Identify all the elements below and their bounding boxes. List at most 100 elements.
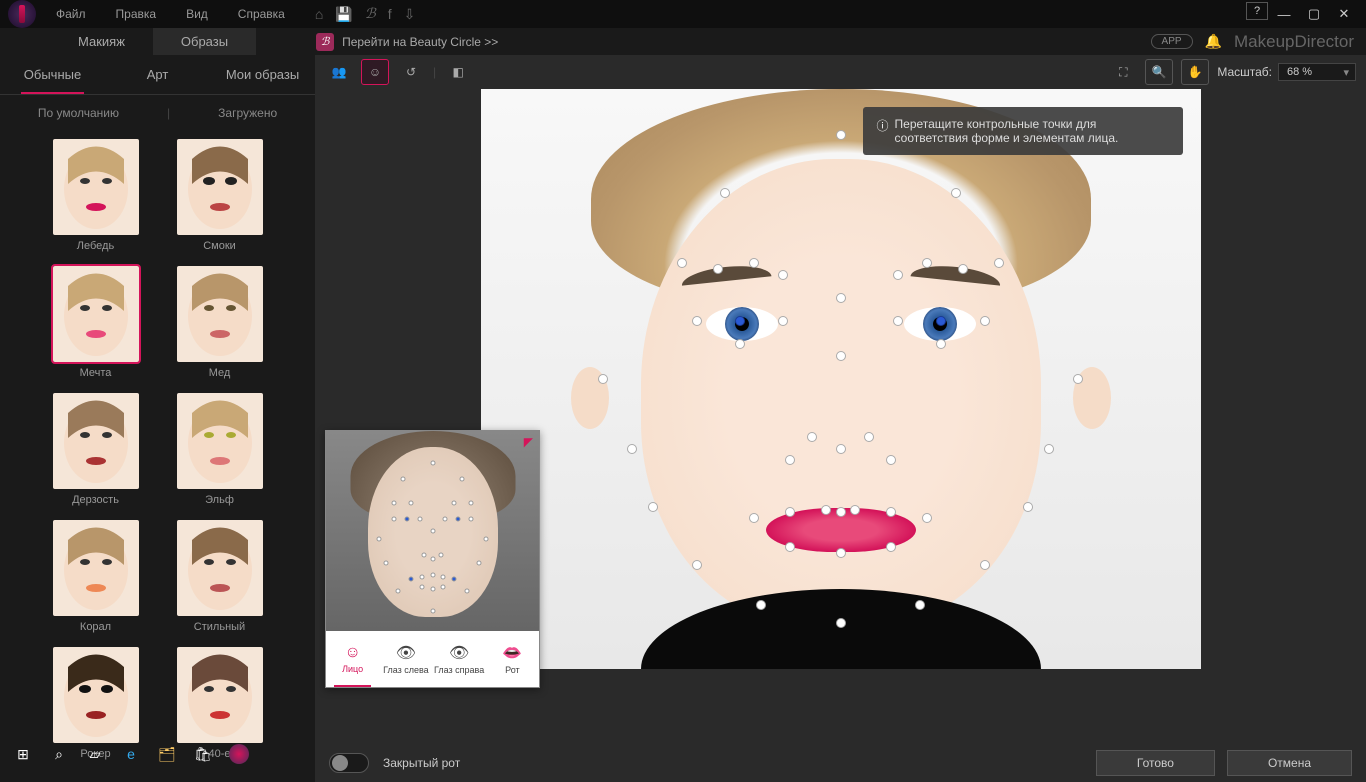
app-taskbar-icon[interactable] xyxy=(222,741,256,767)
control-point[interactable] xyxy=(785,455,795,465)
control-point[interactable] xyxy=(893,316,903,326)
control-point[interactable] xyxy=(836,293,846,303)
minimize-button[interactable]: — xyxy=(1270,2,1298,26)
control-point[interactable] xyxy=(958,264,968,274)
control-point[interactable] xyxy=(749,258,759,268)
control-point[interactable] xyxy=(836,444,846,454)
control-point[interactable] xyxy=(1023,502,1033,512)
maximize-button[interactable]: ▢ xyxy=(1300,2,1328,26)
home-icon[interactable]: ⌂ xyxy=(315,6,323,23)
tab-looks[interactable]: Образы xyxy=(153,28,256,55)
app-badge[interactable]: APP xyxy=(1151,34,1193,49)
pan-icon[interactable]: ✋ xyxy=(1181,59,1209,85)
control-point[interactable] xyxy=(648,502,658,512)
control-point[interactable] xyxy=(785,507,795,517)
control-point[interactable] xyxy=(936,339,946,349)
control-point[interactable] xyxy=(915,600,925,610)
mini-tab-face[interactable]: ☺Лицо xyxy=(326,631,379,687)
control-point[interactable] xyxy=(807,432,817,442)
preset-item[interactable]: Эльф xyxy=(177,393,263,506)
store-icon[interactable]: 🛍 xyxy=(186,741,220,767)
menu-edit[interactable]: Правка xyxy=(116,7,157,21)
menu-file[interactable]: Файл xyxy=(56,7,86,21)
facebook-icon[interactable]: f xyxy=(388,6,392,23)
control-point[interactable] xyxy=(850,505,860,515)
down-icon[interactable]: ⇩ xyxy=(404,6,416,23)
closed-mouth-toggle[interactable] xyxy=(329,753,369,773)
control-point[interactable] xyxy=(778,270,788,280)
sidebar-subtab-default[interactable]: По умолчанию xyxy=(14,106,143,120)
task-view-icon[interactable]: ▱ xyxy=(78,741,112,767)
bc-icon[interactable]: ℬ xyxy=(365,6,376,23)
control-point[interactable] xyxy=(980,560,990,570)
control-point[interactable] xyxy=(720,188,730,198)
edge-icon[interactable]: e xyxy=(114,741,148,767)
mini-tab-eye-right[interactable]: 👁Глаз справа xyxy=(433,631,486,687)
done-button[interactable]: Готово xyxy=(1096,750,1215,776)
face-points-icon[interactable]: ☺ xyxy=(361,59,389,85)
help-button[interactable]: ? xyxy=(1246,2,1268,20)
control-point[interactable] xyxy=(836,351,846,361)
control-point[interactable] xyxy=(922,258,932,268)
mini-close-icon[interactable]: ◤ xyxy=(524,435,533,449)
control-point[interactable] xyxy=(836,130,846,140)
control-point[interactable] xyxy=(735,316,745,326)
preset-item[interactable]: Лебедь xyxy=(53,139,139,252)
preset-item[interactable]: Мед xyxy=(177,266,263,379)
control-point[interactable] xyxy=(936,316,946,326)
control-point[interactable] xyxy=(836,507,846,517)
sidebar-subtab-downloaded[interactable]: Загружено xyxy=(194,106,301,120)
control-point[interactable] xyxy=(922,513,932,523)
preset-item[interactable]: Мечта xyxy=(53,266,139,379)
control-point[interactable] xyxy=(749,513,759,523)
search-icon[interactable]: ⌕ xyxy=(42,741,76,767)
bell-icon[interactable]: 🔔 xyxy=(1205,33,1222,50)
compare-icon[interactable]: ◧ xyxy=(444,59,472,85)
control-point[interactable] xyxy=(864,432,874,442)
control-point[interactable] xyxy=(627,444,637,454)
canvas[interactable]: Перетащите контрольные точки для соответ… xyxy=(315,89,1366,744)
control-point[interactable] xyxy=(713,264,723,274)
save-icon[interactable]: 💾 xyxy=(335,6,352,23)
preset-item[interactable]: Корал xyxy=(53,520,139,633)
control-point[interactable] xyxy=(1044,444,1054,454)
control-point[interactable] xyxy=(785,542,795,552)
control-point[interactable] xyxy=(821,505,831,515)
fullscreen-icon[interactable]: ⛶ xyxy=(1109,59,1137,85)
control-point[interactable] xyxy=(980,316,990,326)
control-point[interactable] xyxy=(893,270,903,280)
control-point[interactable] xyxy=(778,316,788,326)
preset-item[interactable]: Стильный xyxy=(177,520,263,633)
magnify-icon[interactable]: 🔍 xyxy=(1145,59,1173,85)
mini-tab-eye-left[interactable]: 👁Глаз слева xyxy=(379,631,432,687)
control-point[interactable] xyxy=(886,455,896,465)
sidebar-tab-regular[interactable]: Обычные xyxy=(0,55,105,94)
menu-view[interactable]: Вид xyxy=(186,7,208,21)
cancel-button[interactable]: Отмена xyxy=(1227,750,1352,776)
control-point[interactable] xyxy=(598,374,608,384)
close-button[interactable]: ✕ xyxy=(1330,2,1358,26)
control-point[interactable] xyxy=(756,600,766,610)
sidebar-tab-art[interactable]: Арт xyxy=(105,55,210,94)
start-button[interactable]: ⊞ xyxy=(6,741,40,767)
zoom-select[interactable]: 68 % xyxy=(1278,63,1356,81)
control-point[interactable] xyxy=(886,542,896,552)
control-point[interactable] xyxy=(836,618,846,628)
control-point[interactable] xyxy=(692,316,702,326)
sidebar-tab-my[interactable]: Мои образы xyxy=(210,55,315,94)
people-icon[interactable]: 👥 xyxy=(325,59,353,85)
control-point[interactable] xyxy=(1073,374,1083,384)
history-icon[interactable]: ↺ xyxy=(397,59,425,85)
preset-item[interactable]: Смоки xyxy=(177,139,263,252)
control-point[interactable] xyxy=(994,258,1004,268)
menu-help[interactable]: Справка xyxy=(238,7,285,21)
control-point[interactable] xyxy=(677,258,687,268)
beauty-circle-link[interactable]: ℬ Перейти на Beauty Circle >> xyxy=(316,33,498,51)
explorer-icon[interactable]: 🗂 xyxy=(150,741,184,767)
control-point[interactable] xyxy=(886,507,896,517)
control-point[interactable] xyxy=(951,188,961,198)
tab-makeup[interactable]: Макияж xyxy=(50,28,153,55)
control-point[interactable] xyxy=(692,560,702,570)
control-point[interactable] xyxy=(735,339,745,349)
mini-tab-mouth[interactable]: 👄Рот xyxy=(486,631,539,687)
